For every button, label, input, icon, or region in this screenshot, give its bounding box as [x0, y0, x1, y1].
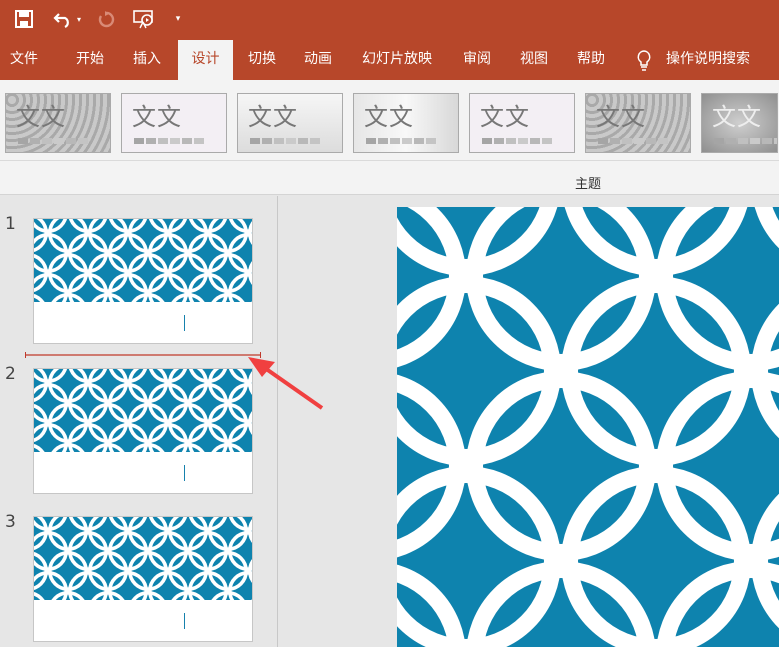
- insertion-line: [25, 352, 261, 358]
- annotation-layer: [25, 352, 324, 410]
- red-arrow-icon: [248, 357, 324, 410]
